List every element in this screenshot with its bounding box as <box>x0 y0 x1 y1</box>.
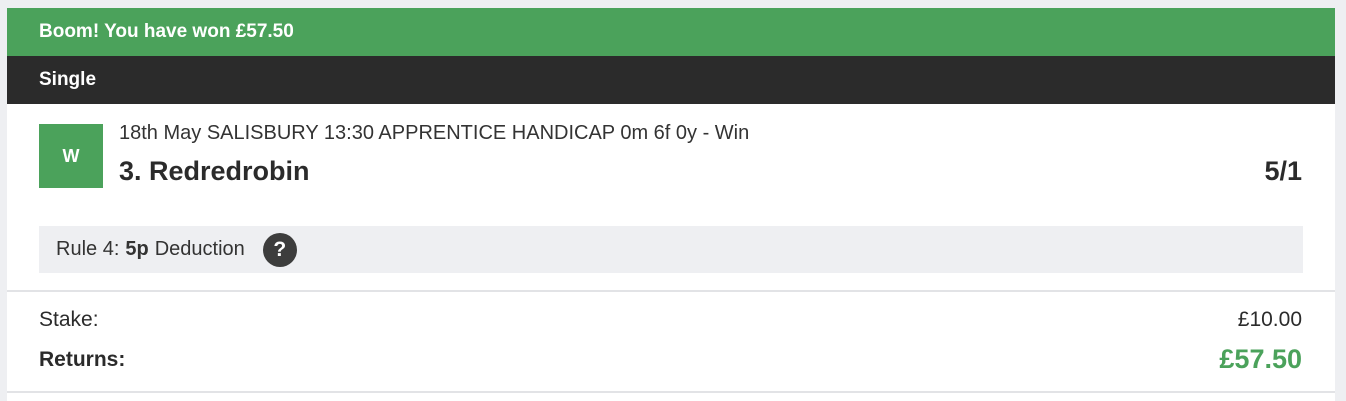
rule4-amount: 5p <box>125 238 149 260</box>
stake-value: £10.00 <box>1237 308 1302 331</box>
win-banner-text: Boom! You have won £57.50 <box>39 21 294 42</box>
win-banner: Boom! You have won £57.50 <box>7 8 1335 56</box>
selection-panel: W 18th May SALISBURY 13:30 APPRENTICE HA… <box>7 104 1335 292</box>
returns-value: £57.50 <box>1219 344 1302 374</box>
stake-row: Stake: £10.00 <box>39 308 1302 332</box>
runner-name: 3. Redredrobin <box>119 156 310 186</box>
rule4-suffix: Deduction <box>154 238 245 260</box>
bet-type-header: Single <box>7 56 1335 104</box>
bet-type-label: Single <box>39 69 97 90</box>
rule4-prefix: Rule 4: <box>56 238 120 260</box>
returns-row: Returns: £57.50 <box>39 344 1302 375</box>
rule4-deduction-bar: Rule 4: 5p Deduction ? <box>39 226 1303 273</box>
event-description: 18th May SALISBURY 13:30 APPRENTICE HAND… <box>119 122 750 144</box>
stake-label: Stake: <box>39 308 99 331</box>
odds-value: 5/1 <box>1264 156 1302 186</box>
bet-receipt-card: Boom! You have won £57.50 Single W 18th … <box>7 8 1335 401</box>
bet-summary: Stake: £10.00 Returns: £57.50 <box>7 292 1335 393</box>
returns-label: Returns: <box>39 347 126 371</box>
help-icon[interactable]: ? <box>262 232 297 267</box>
result-badge: W <box>39 124 103 188</box>
